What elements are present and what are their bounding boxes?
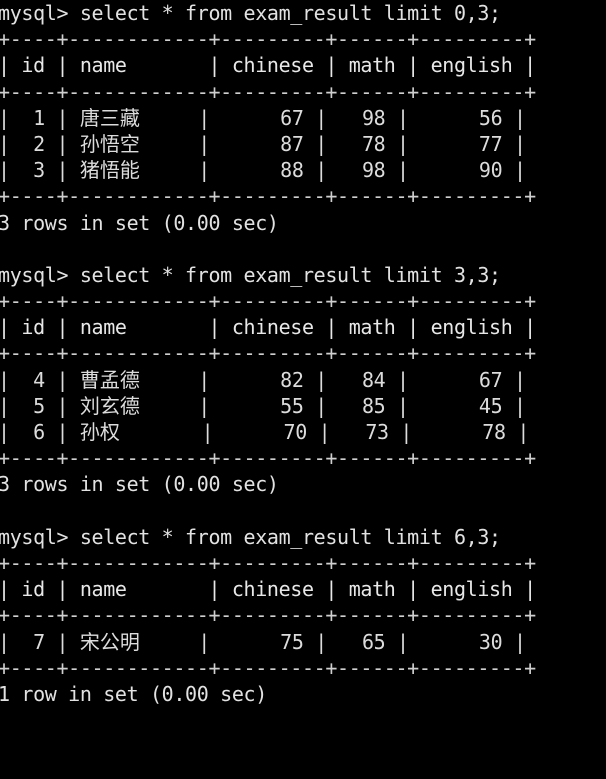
table-header-row: | id | name | chinese | math | english | [0,315,536,340]
table-separator: +----+------------+---------+------+----… [0,289,536,314]
table-row: | 7 | 宋公明 | 75 | 65 | 30 | [0,629,604,655]
result-status: 3 rows in set (0.00 sec) [0,472,279,497]
table-row: | 4 | 曹孟德 | 82 | 84 | 67 | [0,367,604,393]
table-separator: +----+------------+---------+------+----… [0,550,536,575]
table-header-row: | id | name | chinese | math | english | [0,577,536,602]
row-name-cell: 刘玄德 [79,393,140,418]
table-separator: +----+------------+---------+------+----… [0,27,536,52]
table-separator: +----+------------+---------+------+----… [0,655,536,680]
row-score-cells: | 82 | 84 | 67 | [139,367,526,392]
row-id-cell: | 5 | [0,393,80,418]
row-name-cell: 孙悟空 [79,131,140,156]
table-separator: +----+------------+---------+------+----… [0,184,536,209]
terminal-output[interactable]: mysql> select * from exam_result limit 0… [0,0,604,779]
row-score-cells: | 87 | 78 | 77 | [139,131,526,156]
row-name-cell: 曹孟德 [79,367,140,392]
row-score-cells: | 67 | 98 | 56 | [139,105,526,130]
table-row: | 3 | 猪悟能 | 88 | 98 | 90 | [0,157,604,183]
command-line[interactable]: mysql> select * from exam_result limit 6… [0,524,604,550]
row-name-cell: 孙权 [79,420,120,444]
result-status: 3 rows in set (0.00 sec) [0,210,279,235]
row-score-cells: | 70 | 73 | 78 | [119,420,530,444]
table-separator: +----+------------+---------+------+----… [0,446,536,471]
table-row: | 2 | 孙悟空 | 87 | 78 | 77 | [0,131,604,157]
table-separator: +----+------------+---------+------+----… [0,341,536,366]
row-name-cell: 唐三藏 [79,105,140,130]
row-id-cell: | 7 | [0,629,80,654]
table-separator: +----+------------+---------+------+----… [0,79,536,104]
table-row: | 6 | 孙权 | 70 | 73 | 78 | [0,419,604,445]
table-separator: +----+------------+---------+------+----… [0,603,536,628]
row-name-cell: 宋公明 [79,629,140,654]
row-name-cell: 猪悟能 [79,158,140,183]
row-id-cell: | 4 | [0,367,80,392]
table-row: | 5 | 刘玄德 | 55 | 85 | 45 | [0,393,604,419]
result-status: 1 row in set (0.00 sec) [0,681,267,706]
row-score-cells: | 75 | 65 | 30 | [139,629,526,654]
command-line[interactable]: mysql> select * from exam_result limit 3… [0,262,604,288]
row-id-cell: | 3 | [0,158,80,183]
row-score-cells: | 88 | 98 | 90 | [139,158,526,183]
command-line[interactable]: mysql> select * from exam_result limit 0… [0,0,604,26]
row-id-cell: | 2 | [0,131,80,156]
table-row: | 1 | 唐三藏 | 67 | 98 | 56 | [0,105,604,131]
row-score-cells: | 55 | 85 | 45 | [139,393,526,418]
table-header-row: | id | name | chinese | math | english | [0,53,536,78]
row-id-cell: | 1 | [0,105,80,130]
row-id-cell: | 6 | [0,420,80,444]
